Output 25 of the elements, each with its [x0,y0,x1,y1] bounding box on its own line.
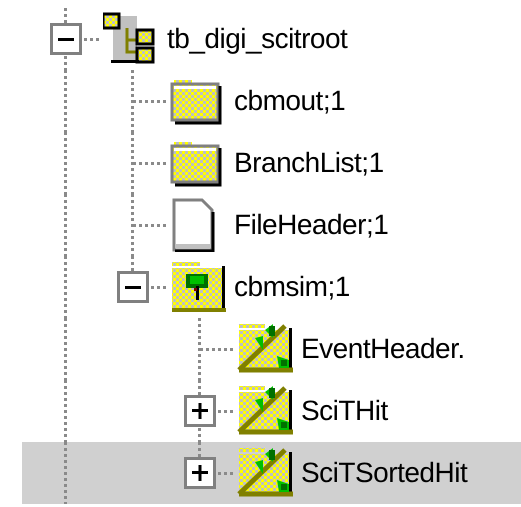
node-label: BranchList;1 [234,147,384,179]
tree-folder-icon [170,260,226,314]
plus-icon [190,401,210,421]
plus-icon [190,463,210,483]
tree-row[interactable]: cbmsim;1 [22,256,521,318]
node-label: EventHeader. [301,333,465,365]
minus-icon [124,286,140,288]
node-label: cbmsim;1 [234,271,350,303]
collapse-toggle[interactable] [116,271,148,303]
minus-icon [58,38,74,40]
node-label: SciTHit [301,395,388,427]
expand-toggle[interactable] [184,395,216,427]
node-label: SciTSortedHit [301,457,468,489]
node-label: cbmout;1 [234,85,346,117]
tree-row[interactable]: tb_digi_scitroot [22,8,521,70]
tree-row[interactable]: cbmout;1 [22,70,521,132]
expand-toggle[interactable] [184,457,216,489]
tree-row[interactable]: BranchList;1 [22,132,521,194]
tree-row[interactable]: SciTHit [22,380,521,442]
node-label: tb_digi_scitroot [167,23,348,55]
collapse-toggle[interactable] [50,23,82,55]
tree-row[interactable]: FileHeader;1 [22,194,521,256]
tree-row[interactable]: EventHeader. [22,318,521,380]
node-label: FileHeader;1 [234,209,388,241]
tree-row[interactable]: SciTSortedHit [22,442,521,504]
